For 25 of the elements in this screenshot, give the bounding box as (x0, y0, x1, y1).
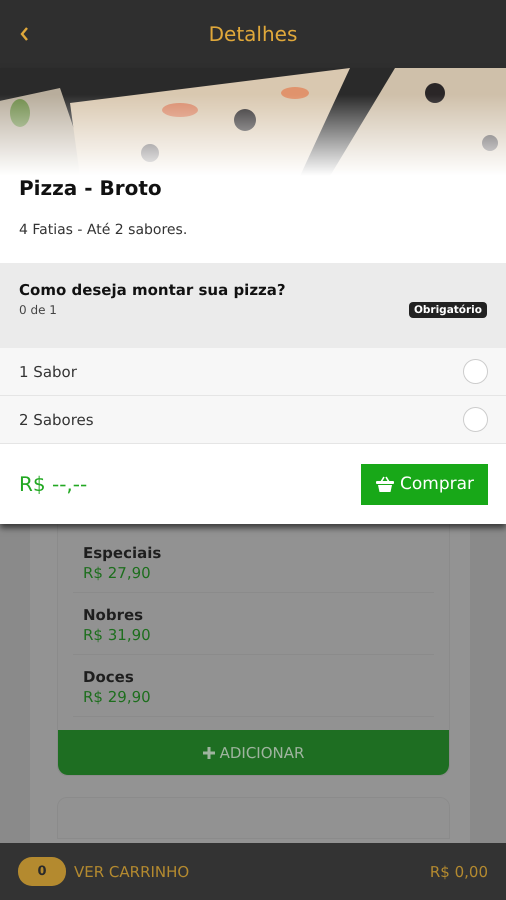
radio-button[interactable] (463, 359, 488, 384)
option-row[interactable]: 2 Sabores (0, 396, 506, 444)
cart-count-badge: 0 (18, 857, 66, 886)
plus-icon (202, 746, 215, 758)
cart-total: R$ 0,00 (430, 862, 488, 880)
question-title: Como deseja montar sua pizza? (19, 281, 286, 299)
buy-button[interactable]: Comprar (361, 464, 488, 504)
selection-count: 0 de 1 (19, 303, 57, 317)
add-button[interactable]: ADICIONAR (58, 730, 449, 775)
product-description: 4 Fatias - Até 2 sabores. (19, 222, 188, 238)
flavor-name: Nobres (83, 606, 144, 624)
back-icon (19, 26, 29, 42)
cart-button[interactable]: 0 VER CARRINHO (18, 857, 190, 886)
total-price: R$ --,-- (19, 472, 88, 496)
flavor-name: Doces (83, 668, 135, 686)
screen-title: Detalhes (208, 22, 298, 46)
required-badge: Obrigatório (408, 302, 487, 318)
flavor-name: Especiais (83, 544, 162, 562)
basket-icon (374, 475, 395, 493)
radio-button[interactable] (463, 407, 488, 432)
option-row[interactable]: 1 Sabor (0, 348, 506, 396)
flavor-price: R$ 27,90 (83, 564, 152, 582)
flavor-price: R$ 31,90 (83, 626, 152, 644)
flavor-price: R$ 29,90 (83, 688, 152, 706)
product-name: Pizza - Broto (19, 176, 162, 200)
